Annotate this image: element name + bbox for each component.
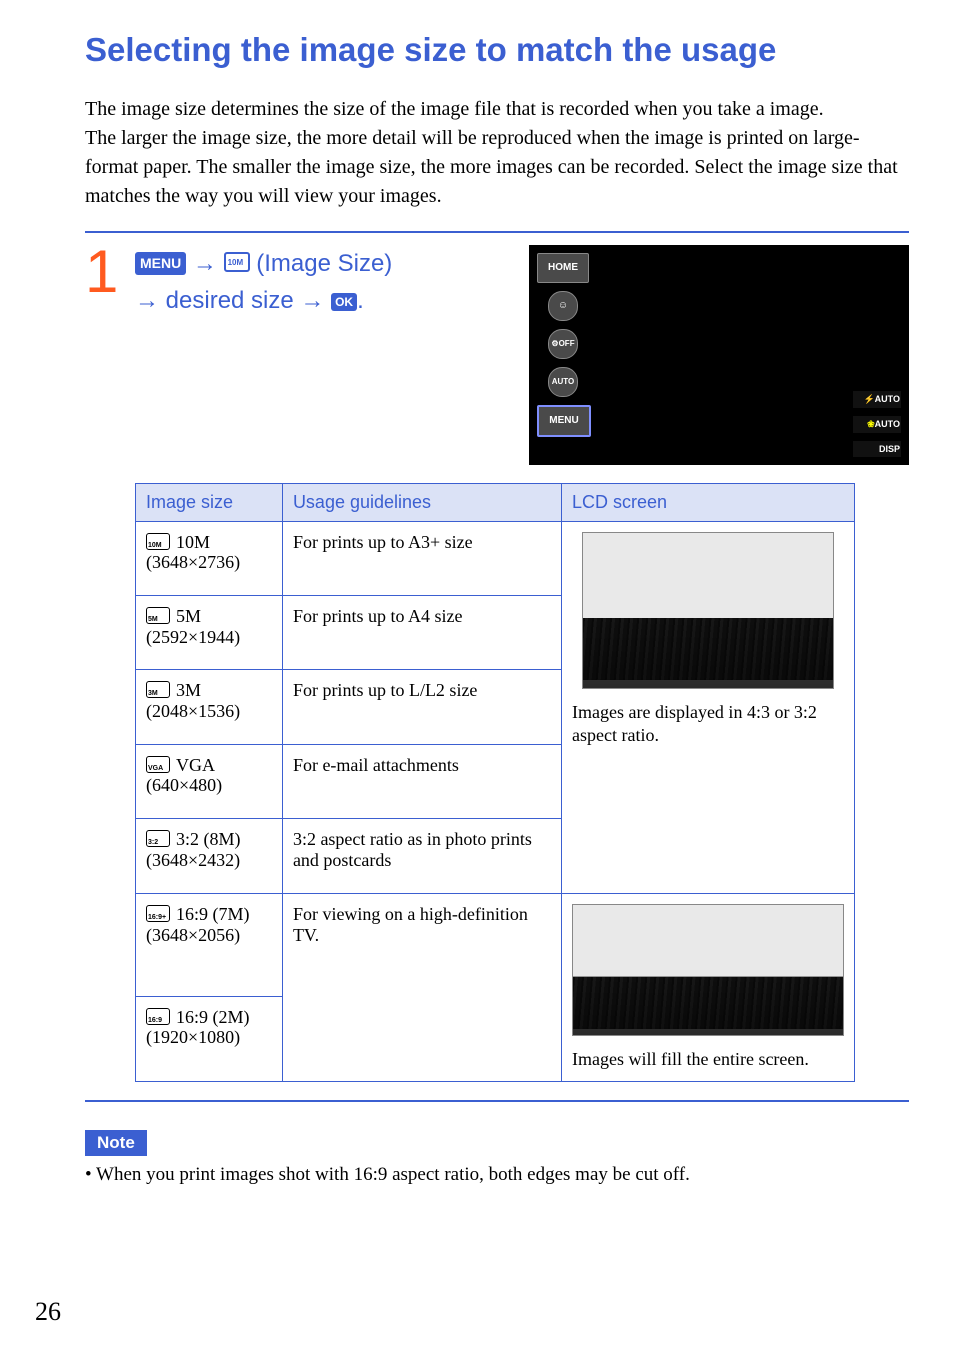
divider bbox=[85, 1100, 909, 1102]
arrow-icon: → bbox=[193, 250, 224, 277]
image-size-label: (Image Size) bbox=[256, 250, 392, 277]
note-text: • When you print images shot with 16:9 a… bbox=[85, 1164, 909, 1186]
size-icon-10m bbox=[146, 533, 170, 550]
step-number: 1 bbox=[85, 245, 125, 299]
step-instruction: MENU → (Image Size) → desired size → OK. bbox=[135, 245, 435, 319]
camera-disp-button: DISP bbox=[853, 441, 901, 457]
arrow-icon: → bbox=[300, 287, 331, 314]
camera-smile-icon: ☺ bbox=[548, 291, 578, 321]
size-icon-vga bbox=[146, 756, 170, 773]
col-header-lcd: LCD screen bbox=[562, 483, 855, 521]
menu-chip: MENU bbox=[135, 252, 186, 276]
camera-menu-button: MENU bbox=[537, 405, 591, 437]
divider bbox=[85, 231, 909, 233]
step-1: 1 MENU → (Image Size) → desired size → O… bbox=[85, 245, 909, 465]
page-title: Selecting the image size to match the us… bbox=[85, 30, 909, 70]
table-row: 16:9 (7M)(3648×2056) For viewing on a hi… bbox=[136, 894, 855, 996]
arrow-icon: → bbox=[135, 287, 166, 314]
lcd-sample-43 bbox=[582, 532, 834, 689]
size-icon-3-2 bbox=[146, 830, 170, 847]
size-icon-16-9-7m bbox=[146, 905, 170, 922]
note-heading: Note bbox=[85, 1130, 147, 1156]
size-icon-16-9-2m bbox=[146, 1008, 170, 1025]
table-row: 10M(3648×2736) For prints up to A3+ size… bbox=[136, 521, 855, 595]
lcd-caption-169: Images will fill the entire screen. bbox=[572, 1048, 844, 1071]
camera-auto-icon: AUTO bbox=[548, 367, 578, 397]
camera-home-button: HOME bbox=[537, 253, 589, 283]
camera-timer-off-icon: ⚙OFF bbox=[548, 329, 578, 359]
camera-macro-auto-icon: ❀AUTO bbox=[853, 416, 901, 433]
ok-chip: OK bbox=[331, 293, 357, 312]
size-icon-5m bbox=[146, 607, 170, 624]
desired-size-label: desired size bbox=[166, 287, 294, 314]
intro-text: The image size determines the size of th… bbox=[85, 95, 909, 211]
size-icon-3m bbox=[146, 681, 170, 698]
page-number: 26 bbox=[35, 1297, 61, 1327]
lcd-caption-43: Images are displayed in 4:3 or 3:2 aspec… bbox=[572, 701, 844, 748]
image-size-icon bbox=[224, 252, 250, 272]
image-size-table: Image size Usage guidelines LCD screen 1… bbox=[135, 483, 855, 1083]
col-header-image-size: Image size bbox=[136, 483, 283, 521]
camera-flash-auto-icon: ⚡AUTO bbox=[853, 391, 901, 408]
col-header-usage: Usage guidelines bbox=[282, 483, 561, 521]
camera-screen-mock: HOME ☺ ⚙OFF AUTO MENU ⚡AUTO ❀AUTO DISP bbox=[529, 245, 909, 465]
lcd-sample-169 bbox=[572, 904, 844, 1036]
